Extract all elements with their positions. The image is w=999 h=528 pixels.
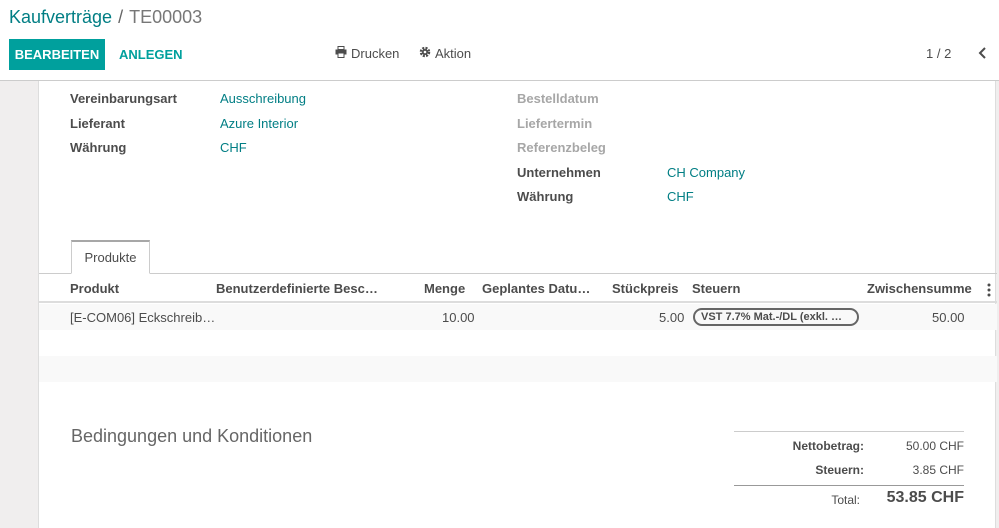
- totals-divider-bottom: [734, 485, 964, 486]
- col-taxes[interactable]: Steuern: [692, 281, 740, 296]
- table-row-empty: [39, 356, 997, 382]
- print-dropdown[interactable]: Drucken: [335, 46, 399, 61]
- currency-value[interactable]: CHF: [220, 140, 247, 155]
- tax-badge: VST 7.7% Mat.-/DL (exkl. …: [693, 308, 859, 326]
- tab-products[interactable]: Produkte: [71, 240, 150, 274]
- col-quantity[interactable]: Menge: [424, 281, 465, 296]
- chevron-left-icon[interactable]: [975, 44, 989, 62]
- agreement-type-value[interactable]: Ausschreibung: [220, 91, 306, 106]
- tax-amount-value: 3.85 CHF: [912, 463, 964, 477]
- terms-title: Bedingungen und Konditionen: [71, 426, 313, 446]
- row-quantity: 10.00: [442, 310, 475, 325]
- col-description[interactable]: Benutzerdefinierte Besc…: [216, 281, 378, 296]
- net-amount-value: 50.00 CHF: [905, 439, 964, 453]
- breadcrumb-parent-link[interactable]: Kaufverträge: [9, 7, 112, 28]
- breadcrumb-current: TE00003: [129, 7, 203, 27]
- action-label: Aktion: [435, 46, 472, 61]
- row-subtotal: 50.00: [932, 310, 965, 325]
- company-value[interactable]: CH Company: [667, 165, 745, 180]
- company-currency-value[interactable]: CHF: [667, 189, 694, 204]
- reference-label: Referenzbeleg: [517, 140, 606, 155]
- row-product: [E-COM06] Eckschreib…: [70, 310, 216, 325]
- col-planned-date[interactable]: Geplantes Datu…: [482, 281, 590, 296]
- column-options-icon[interactable]: [987, 283, 991, 300]
- edit-button[interactable]: BEARBEITEN: [9, 39, 105, 70]
- vendor-value[interactable]: Azure Interior: [220, 116, 298, 131]
- print-label: Drucken: [351, 46, 400, 61]
- agreement-type-label: Vereinbarungsart: [70, 91, 177, 106]
- create-button[interactable]: ANLEGEN: [110, 39, 192, 70]
- breadcrumb: Kaufverträge / TE00003: [9, 7, 202, 28]
- col-unit-price[interactable]: Stückpreis: [612, 281, 678, 296]
- order-date-label: Bestelldatum: [517, 91, 599, 106]
- form-sheet: Vereinbarungsart Ausschreibung Lieferant…: [38, 81, 997, 528]
- action-dropdown[interactable]: Aktion: [419, 46, 471, 61]
- currency-label: Währung: [70, 140, 127, 155]
- vendor-label: Lieferant: [70, 116, 125, 131]
- table-header: Produkt Benutzerdefinierte Besc… Menge G…: [39, 278, 997, 303]
- table-row-empty: [39, 330, 997, 356]
- totals-divider-top: [734, 431, 964, 432]
- company-currency-label: Währung: [517, 189, 574, 204]
- row-unit-price: 5.00: [659, 310, 685, 325]
- delivery-date-label: Liefertermin: [517, 116, 593, 131]
- total-label: Total:: [831, 493, 860, 507]
- breadcrumb-separator: /: [118, 7, 124, 27]
- control-panel: Kaufverträge / TE00003 BEARBEITEN ANLEGE…: [0, 0, 999, 81]
- col-subtotal[interactable]: Zwischensumme: [867, 281, 972, 296]
- table-row[interactable]: [E-COM06] Eckschreib… 10.00 5.00 VST 7.7…: [39, 304, 997, 330]
- gear-icon: [419, 46, 431, 61]
- net-amount-label: Nettobetrag:: [792, 439, 864, 453]
- print-icon: [335, 46, 347, 61]
- total-value: 53.85 CHF: [886, 489, 964, 506]
- pager-value[interactable]: 1 / 2: [926, 46, 951, 61]
- tax-amount-label: Steuern:: [815, 463, 864, 477]
- company-label: Unternehmen: [517, 165, 601, 180]
- col-product[interactable]: Produkt: [70, 281, 119, 296]
- tab-bar-border: [39, 273, 997, 274]
